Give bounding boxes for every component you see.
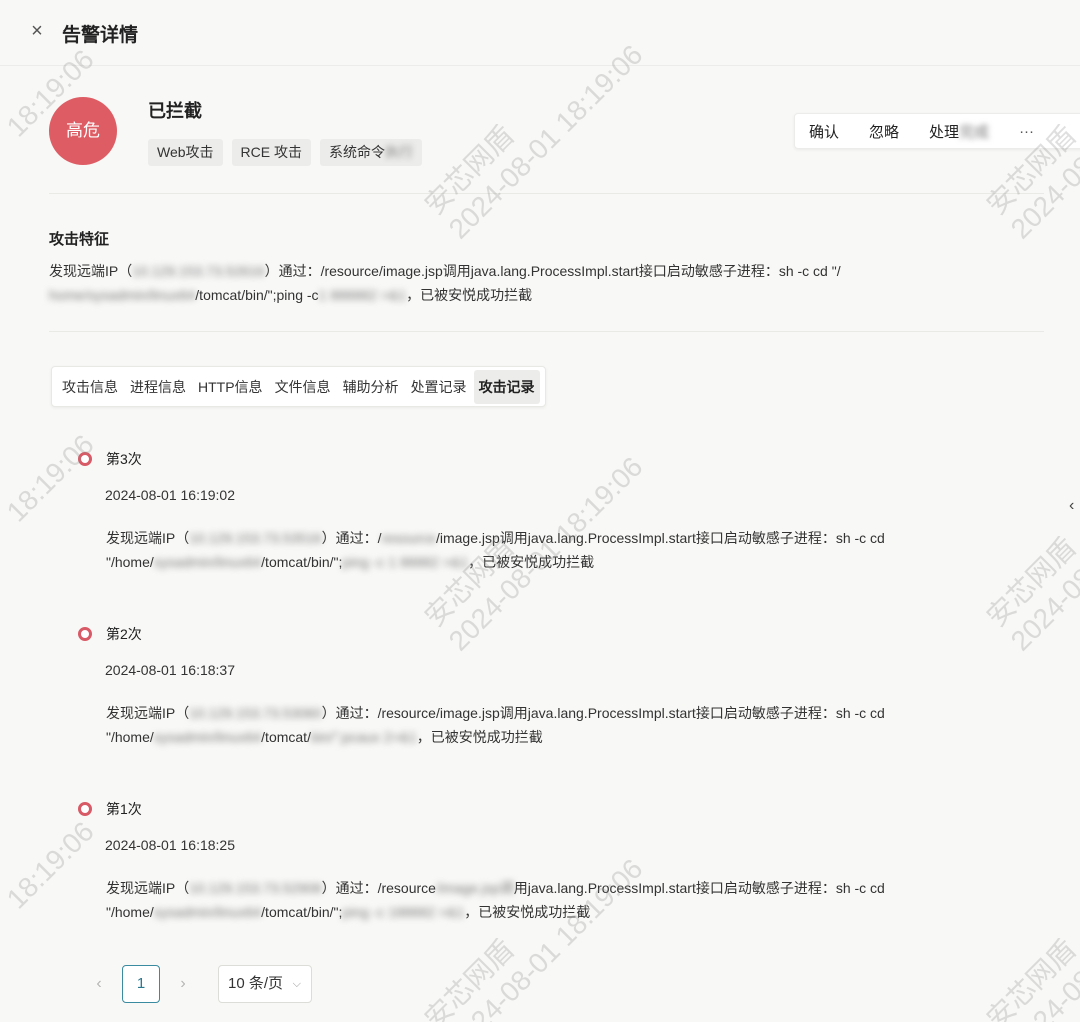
- ignore-button[interactable]: 忽略: [869, 121, 899, 142]
- page-size-select[interactable]: 10 条/页 ⌵: [218, 965, 312, 1003]
- page-title: 告警详情: [62, 25, 139, 46]
- header: × 告警详情: [0, 0, 1080, 66]
- confirm-button[interactable]: 确认: [809, 121, 839, 142]
- close-icon[interactable]: ×: [26, 20, 48, 42]
- record-description: 发现远端IP（10.129.153.73.53060）通过：/resource/…: [106, 705, 885, 745]
- next-page-icon[interactable]: ›: [172, 975, 194, 993]
- record-time: 2024-08-01 16:19:02: [105, 487, 235, 503]
- alert-detail-panel: × 告警详情 高危 已拦截 Web攻击 RCE 攻击 系统命令执行 确认 忽略 …: [0, 0, 1080, 1022]
- tab-aux-analysis[interactable]: 辅助分析: [338, 370, 404, 404]
- pagination: ‹ 1 › 10 条/页 ⌵: [88, 965, 312, 1003]
- record-description: 发现远端IP（10.129.153.73.53516）通过：/resource/…: [106, 530, 885, 570]
- tab-attack-info[interactable]: 攻击信息: [57, 370, 123, 404]
- divider: [49, 193, 1044, 194]
- tab-disposal-records[interactable]: 处置记录: [406, 370, 472, 404]
- record-time: 2024-08-01 16:18:37: [105, 662, 235, 678]
- tab-file-info[interactable]: 文件信息: [270, 370, 336, 404]
- record-label: 第3次: [106, 451, 142, 467]
- tab-attack-records[interactable]: 攻击记录: [473, 369, 540, 404]
- record-label: 第1次: [106, 801, 142, 817]
- tag-rce-attack: RCE 攻击: [231, 139, 311, 166]
- watermark: 安芯网盾2024-08-01 18:19:06: [980, 451, 1080, 657]
- timeline-dot-icon: [78, 802, 92, 816]
- timeline-dot-icon: [78, 627, 92, 641]
- watermark: 安芯网盾2024-08-01 18:19:06: [418, 852, 649, 1022]
- record-description: 发现远端IP（10.129.153.73.52908）通过：/resource/…: [106, 880, 885, 920]
- tag-system-command: 系统命令执行: [320, 139, 422, 166]
- handle-button[interactable]: 处理完成: [929, 121, 989, 142]
- page-number-button[interactable]: 1: [122, 965, 160, 1003]
- divider: [49, 331, 1044, 332]
- timeline-dot-icon: [78, 452, 92, 466]
- attack-feature-text: 发现远端IP（10.129.153.73.52616）通过：/resource/…: [49, 263, 841, 303]
- action-bar: 确认 忽略 处理完成 ···: [794, 113, 1080, 149]
- record-time: 2024-08-01 16:18:25: [105, 837, 235, 853]
- watermark: 安芯网盾2024-08-01 18:19:06: [980, 853, 1080, 1022]
- collapse-chevron-icon[interactable]: ‹: [1069, 497, 1074, 515]
- attack-feature-title: 攻击特征: [49, 231, 110, 248]
- tab-http-info[interactable]: HTTP信息: [193, 370, 268, 404]
- record-label: 第2次: [106, 626, 142, 642]
- watermark: 18:19:06: [0, 815, 100, 915]
- tag-list: Web攻击 RCE 攻击 系统命令执行: [148, 139, 422, 166]
- detail-tabs: 攻击信息 进程信息 HTTP信息 文件信息 辅助分析 处置记录 攻击记录: [51, 366, 546, 407]
- watermark: 18:19:06: [0, 428, 100, 528]
- more-icon[interactable]: ···: [1019, 123, 1034, 140]
- status-title: 已拦截: [148, 101, 202, 121]
- prev-page-icon[interactable]: ‹: [88, 975, 110, 993]
- chevron-down-icon: ⌵: [292, 978, 301, 990]
- severity-badge: 高危: [49, 97, 117, 165]
- tag-web-attack: Web攻击: [148, 139, 223, 166]
- tab-process-info[interactable]: 进程信息: [125, 370, 191, 404]
